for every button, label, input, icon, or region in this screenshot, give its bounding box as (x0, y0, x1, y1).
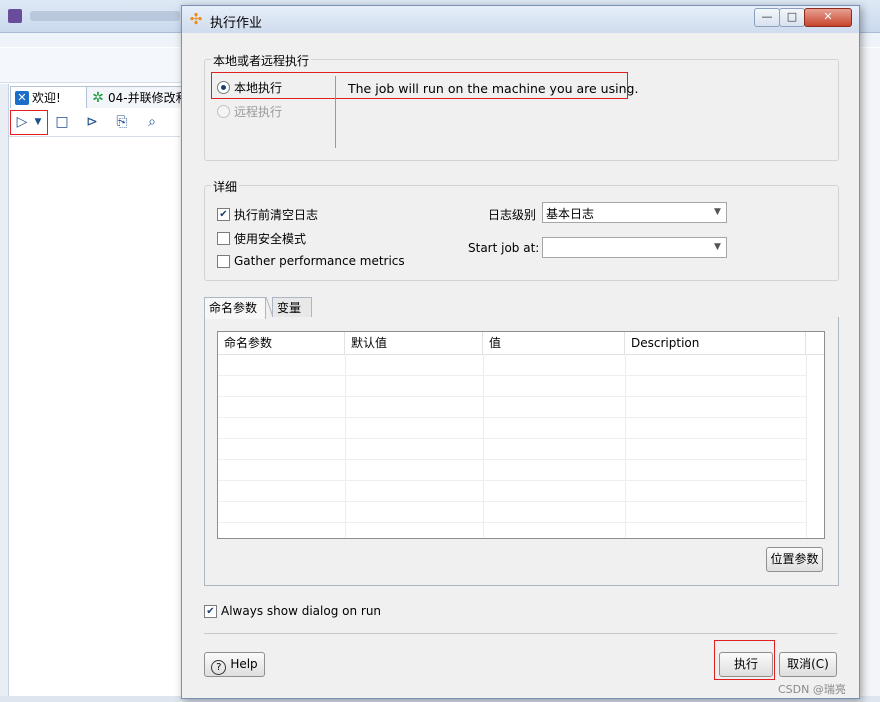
safe-mode-option[interactable]: 使用安全模式 (217, 230, 306, 247)
cancel-button[interactable]: 取消(C) (779, 652, 837, 677)
clear-log-label: 执行前清空日志 (234, 208, 319, 222)
background-window-title (30, 11, 180, 21)
parameters-tabstrip: 命名参数 变量 (204, 297, 837, 319)
dialog-title: 执行作业 (210, 16, 263, 31)
background-right-edge (858, 48, 880, 696)
always-show-checkbox[interactable]: ✔ (204, 604, 217, 618)
table-row[interactable] (218, 354, 806, 376)
start-job-label: Start job at: (468, 241, 540, 255)
always-show-option[interactable]: ✔ Always show dialog on run (204, 604, 381, 618)
safe-mode-label: 使用安全模式 (234, 232, 307, 246)
column-header-default[interactable]: 默认值 (345, 332, 483, 354)
table-row[interactable] (218, 375, 806, 397)
transform-icon: ✲ (92, 89, 104, 106)
log-level-select[interactable]: 基本日志 ▼ (542, 202, 727, 223)
table-header: 命名参数 默认值 值 Description (218, 332, 824, 355)
run-button-highlight (10, 110, 48, 135)
welcome-icon: ✕ (15, 90, 29, 105)
location-divider (335, 76, 336, 148)
remote-execution-radio (217, 105, 230, 118)
always-show-label: Always show dialog on run (221, 604, 382, 618)
close-button[interactable]: ✕ (804, 8, 852, 27)
remote-execution-option: 远程执行 (217, 103, 282, 120)
spoon-icon: ✣ (189, 10, 203, 28)
stop-icon[interactable]: □ (52, 112, 72, 132)
app-icon (8, 9, 22, 23)
table-row[interactable] (218, 396, 806, 418)
chevron-down-icon[interactable]: ▼ (709, 203, 726, 222)
clear-log-option[interactable]: ✔ 执行前清空日志 (217, 206, 318, 223)
script-icon[interactable]: ⎘ (112, 112, 132, 132)
background-canvas (9, 136, 180, 697)
watermark: CSDN @瑞亮 (778, 683, 846, 696)
dialog-titlebar[interactable]: ✣ 执行作业 — □ ✕ (182, 6, 859, 33)
footer-separator (204, 633, 837, 634)
parameters-table[interactable]: 命名参数 默认值 值 Description (217, 331, 825, 539)
tab-welcome[interactable]: ✕ 欢迎! (10, 86, 90, 108)
table-row[interactable] (218, 459, 806, 481)
background-editor-tabs: ✕ 欢迎! ✲ 04-并联修改和 (8, 86, 194, 108)
background-left-panel (0, 84, 9, 696)
start-job-select[interactable]: ▼ (542, 237, 727, 258)
table-row[interactable] (218, 501, 806, 523)
gather-metrics-label: Gather performance metrics (234, 254, 405, 268)
gather-metrics-checkbox[interactable] (217, 254, 230, 268)
maximize-button[interactable]: □ (779, 8, 805, 27)
gather-metrics-option[interactable]: Gather performance metrics (217, 254, 405, 268)
positional-params-button[interactable]: 位置参数 (766, 547, 823, 572)
table-row[interactable] (218, 417, 806, 439)
log-level-label: 日志级别 (488, 208, 537, 222)
help-button[interactable]: ? Help (204, 652, 265, 677)
table-row[interactable] (218, 438, 806, 460)
remote-execution-label: 远程执行 (234, 105, 283, 119)
column-header-description[interactable]: Description (625, 332, 806, 354)
search-db-icon[interactable]: ⌕ (142, 112, 162, 132)
tab-transform[interactable]: ✲ 04-并联修改和 (86, 86, 194, 108)
execution-description: The job will run on the machine you are … (348, 81, 639, 96)
help-icon: ? (211, 660, 227, 675)
column-divider (806, 354, 807, 538)
tab-named-params[interactable]: 命名参数 (204, 297, 266, 319)
clear-log-checkbox[interactable]: ✔ (217, 208, 230, 221)
tab-welcome-label: 欢迎! (32, 91, 61, 105)
tab-variables[interactable]: 变量 (272, 297, 312, 318)
details-legend: 详细 (211, 178, 240, 195)
safe-mode-checkbox[interactable] (217, 232, 230, 245)
minimize-button[interactable]: — (754, 8, 780, 27)
run-button-highlight (714, 640, 775, 680)
help-button-label: Help (230, 657, 258, 671)
preview-icon[interactable]: ⊳ (82, 112, 102, 132)
tab-transform-label: 04-并联修改和 (108, 91, 188, 105)
chevron-down-icon[interactable]: ▼ (709, 238, 726, 257)
column-header-name[interactable]: 命名参数 (218, 332, 345, 354)
execution-location-legend: 本地或者远程执行 (211, 52, 312, 69)
log-level-value: 基本日志 (546, 207, 595, 221)
table-row[interactable] (218, 480, 806, 502)
run-job-dialog: ✣ 执行作业 — □ ✕ 本地或者远程执行 本地执行 远程执行 The job … (181, 5, 860, 699)
column-header-value[interactable]: 值 (483, 332, 625, 354)
